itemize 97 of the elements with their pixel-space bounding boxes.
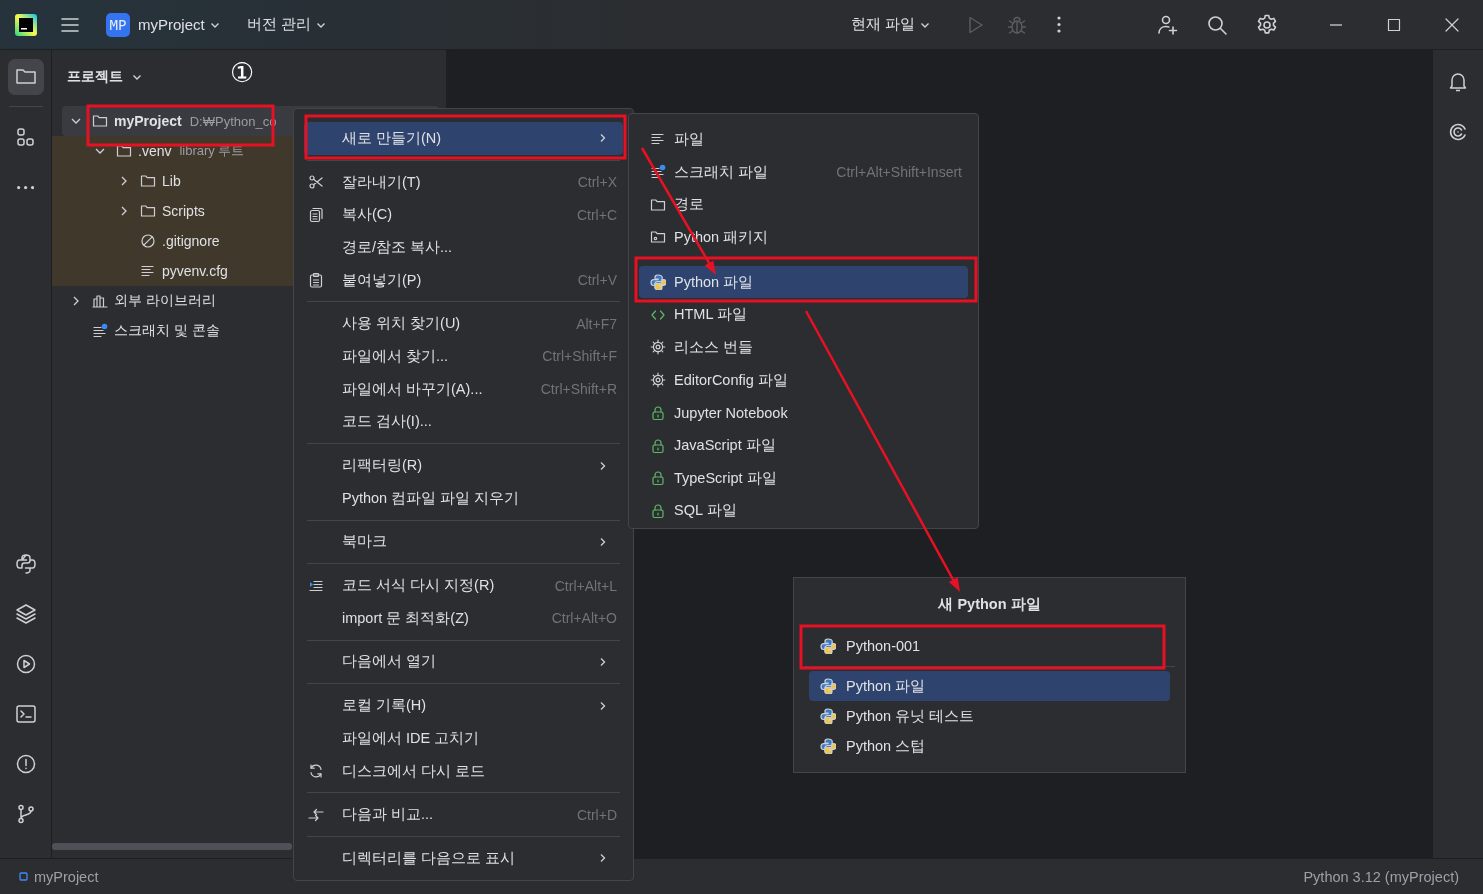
shortcut-hint: Ctrl+D — [576, 806, 617, 823]
menu-item[interactable]: Jupyter Notebook — [639, 396, 968, 430]
shortcut-hint: Ctrl+C — [576, 206, 617, 223]
menu-item[interactable]: 코드 서식 다시 지정(R) Ctrl+Alt+L — [304, 569, 623, 602]
scissors-icon — [308, 174, 324, 191]
menu-item[interactable]: 리팩터링(R) — [304, 449, 623, 482]
menu-item[interactable]: TypeScript 파일 — [639, 461, 968, 495]
menu-item[interactable]: 파일에서 바꾸기(A)... Ctrl+Shift+R — [304, 372, 623, 406]
menu-item[interactable]: Python 파일 — [639, 265, 968, 299]
menu-item[interactable]: 디렉터리를 다음으로 표시 — [304, 842, 623, 875]
menu-item[interactable]: Python 컴파일 파일 지우기 — [304, 481, 623, 515]
input-field[interactable]: Python-001 — [846, 638, 1146, 654]
shortcut-hint: Ctrl+V — [577, 272, 617, 289]
interpreter-status[interactable]: Python 3.12 (myProject) — [1303, 868, 1459, 885]
shortcut-hint: Ctrl+Alt+Shift+Insert — [836, 164, 962, 181]
reload-icon — [308, 763, 324, 780]
python-outline-icon — [13, 552, 38, 576]
settings-icon — [1255, 12, 1279, 37]
folder-icon — [140, 173, 156, 189]
folder-icon — [650, 196, 666, 213]
project-dropdown[interactable]: MP myProject — [100, 8, 227, 41]
menu-item[interactable]: 파일에서 IDE 고치기 — [304, 722, 623, 755]
tree-item-label: pyvenv.cfg — [162, 263, 228, 279]
menu-item[interactable]: 리소스 번들 — [639, 331, 968, 364]
menu-item[interactable]: 새로 만들기(N) — [304, 122, 623, 155]
file-type-option[interactable]: Python 유닛 테스트 — [809, 701, 1170, 731]
square-icon — [19, 872, 28, 881]
menu-item[interactable]: 파일 — [639, 123, 968, 156]
library-icon — [92, 293, 108, 309]
file-type-option[interactable]: Python 파일 — [809, 671, 1170, 701]
tree-item-label: 스크래치 및 콘솔 — [114, 322, 220, 340]
tree-item-label: myProject — [114, 113, 182, 129]
menu-item[interactable]: 스크래치 파일 Ctrl+Alt+Shift+Insert — [639, 155, 968, 189]
scratch-file-icon — [92, 323, 108, 339]
panel-title-dropdown[interactable]: 프로젝트 — [67, 62, 143, 92]
vcs-dropdown[interactable]: 버전 관리 — [240, 11, 333, 38]
menu-item[interactable]: import 문 최적화(Z) Ctrl+Alt+O — [304, 601, 623, 635]
menu-item[interactable]: JavaScript 파일 — [639, 429, 968, 462]
folder-icon — [140, 203, 156, 219]
project-name: myProject — [138, 16, 205, 33]
shortcut-hint: Ctrl+Shift+R — [540, 381, 617, 398]
terminal-icon — [13, 702, 38, 726]
tree-item-label: .venv — [138, 143, 172, 159]
run-config-dropdown[interactable]: 현재 파일 — [844, 11, 937, 38]
tree-item-label: .gitignore — [162, 233, 220, 249]
more-icon — [16, 186, 35, 190]
step-marker: ① — [230, 60, 254, 87]
more-vertical-icon — [1057, 16, 1061, 33]
lock-icon — [650, 502, 666, 519]
menu-item[interactable]: HTML 파일 — [639, 298, 968, 332]
project-breadcrumb[interactable]: myProject — [19, 868, 99, 885]
menu-item[interactable]: 로컬 기록(H) — [304, 689, 623, 722]
minimize-icon — [1330, 23, 1342, 26]
clipboard-icon — [308, 272, 324, 289]
shortcut-hint: Alt+F7 — [576, 315, 617, 332]
lock-icon — [650, 470, 666, 487]
python-icon — [820, 708, 836, 724]
menu-item[interactable]: EditorConfig 파일 — [639, 363, 968, 397]
copy-icon — [308, 206, 324, 223]
tool-window-button[interactable] — [7, 59, 44, 95]
folder-icon — [92, 113, 108, 129]
tree-item-detail: library 루트 — [179, 142, 245, 160]
menu-item[interactable]: SQL 파일 — [639, 494, 968, 528]
scrollbar[interactable] — [52, 843, 292, 850]
tree-item-label: 외부 라이브러리 — [114, 292, 216, 310]
menu-item[interactable]: 북마크 — [304, 525, 623, 559]
shortcut-hint: Ctrl+X — [577, 174, 617, 191]
layers-icon — [13, 602, 38, 626]
gear-icon — [650, 372, 666, 389]
shortcut-hint: Ctrl+Shift+F — [542, 348, 617, 365]
scratch-file-icon — [650, 164, 666, 181]
lock-icon — [650, 437, 666, 454]
python-icon — [820, 738, 836, 754]
python-icon — [650, 274, 666, 291]
lock-icon — [650, 404, 666, 421]
menu-item[interactable]: 사용 위치 찾기(U) Alt+F7 — [304, 307, 623, 341]
lines-icon — [140, 263, 156, 279]
project-badge: MP — [106, 12, 130, 37]
tree-item-label: Scripts — [162, 203, 205, 219]
menu-item[interactable]: 파일에서 찾기... Ctrl+Shift+F — [304, 340, 623, 373]
menu-item[interactable]: 코드 검사(I)... — [304, 405, 623, 439]
gear-icon — [650, 339, 666, 356]
shortcut-hint: Ctrl+Alt+L — [554, 577, 617, 594]
blocked-circle-icon — [140, 233, 156, 249]
dialog-title: 새 Python 파일 — [937, 595, 1042, 614]
tree-item-label: Lib — [162, 173, 181, 189]
folder-icon — [650, 229, 666, 246]
compare-arrows-icon — [308, 806, 324, 823]
menu-item[interactable]: 다음에서 열기 — [304, 645, 623, 679]
file-type-option[interactable]: Python 스텁 — [809, 731, 1170, 761]
app-logo[interactable] — [14, 12, 38, 37]
shortcut-hint: Ctrl+Alt+O — [551, 610, 617, 627]
menu-item[interactable]: 디스크에서 다시 로드 — [304, 754, 623, 788]
menu-item[interactable]: 경로 — [639, 188, 968, 222]
python-icon — [820, 678, 836, 694]
python-icon — [820, 638, 836, 654]
menu-item[interactable]: 다음과 비교... Ctrl+D — [304, 798, 623, 832]
